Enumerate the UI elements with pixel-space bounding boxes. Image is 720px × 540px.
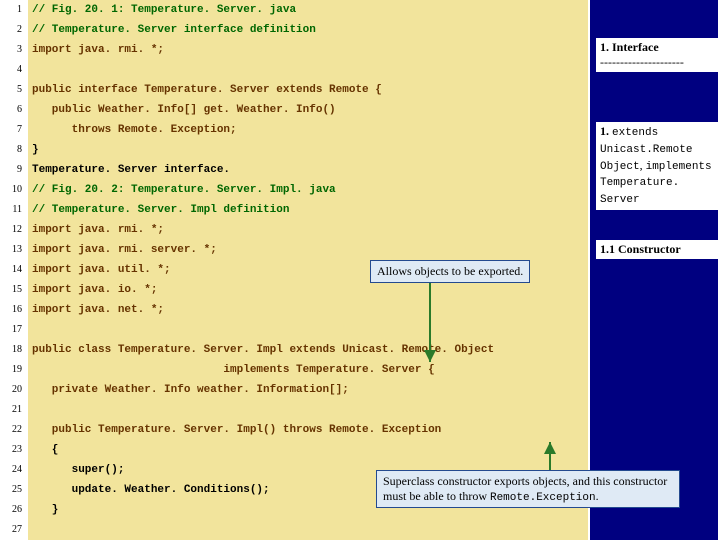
line-number: 1 — [0, 0, 28, 20]
code-line: 21 — [0, 400, 588, 420]
line-number: 2 — [0, 20, 28, 40]
code-text: import java. rmi. *; — [28, 40, 164, 60]
code-line: 3import java. rmi. *; — [0, 40, 588, 60]
code-text: private Weather. Info weather. Informati… — [28, 380, 349, 400]
code-text: // Temperature. Server. Impl definition — [28, 200, 289, 220]
code-text: update. Weather. Conditions(); — [28, 480, 270, 500]
callout-export: Allows objects to be exported. — [370, 260, 530, 283]
side-note-title: 1. Interface — [600, 40, 659, 54]
code-line: 8} — [0, 140, 588, 160]
code-text: import java. net. *; — [28, 300, 164, 320]
line-number: 6 — [0, 100, 28, 120]
line-number: 4 — [0, 60, 28, 80]
side-column — [590, 0, 718, 540]
code-line: 7 throws Remote. Exception; — [0, 120, 588, 140]
code-line: 1// Fig. 20. 1: Temperature. Server. jav… — [0, 0, 588, 20]
line-number: 5 — [0, 80, 28, 100]
code-text: implements Temperature. Server { — [28, 360, 435, 380]
line-number: 15 — [0, 280, 28, 300]
code-text: // Temperature. Server interface definit… — [28, 20, 316, 40]
line-number: 20 — [0, 380, 28, 400]
code-text: throws Remote. Exception; — [28, 120, 237, 140]
code-text: { — [28, 440, 58, 460]
code-line: 13import java. rmi. server. *; — [0, 240, 588, 260]
code-text: Temperature. Server interface. — [28, 160, 230, 180]
code-line: 15import java. io. *; — [0, 280, 588, 300]
line-number: 7 — [0, 120, 28, 140]
code-line: 22 public Temperature. Server. Impl() th… — [0, 420, 588, 440]
side-note-extends: 1. extends Unicast.Remote Object, implem… — [596, 122, 719, 210]
code-text: import java. io. *; — [28, 280, 157, 300]
code-line: 18public class Temperature. Server. Impl… — [0, 340, 588, 360]
code-line: 20 private Weather. Info weather. Inform… — [0, 380, 588, 400]
line-number: 11 — [0, 200, 28, 220]
code-text: super(); — [28, 460, 124, 480]
code-line: 4 — [0, 60, 588, 80]
code-line: 17 — [0, 320, 588, 340]
line-number: 22 — [0, 420, 28, 440]
code-line: 19 implements Temperature. Server { — [0, 360, 588, 380]
line-number: 16 — [0, 300, 28, 320]
line-number: 14 — [0, 260, 28, 280]
code-text: import java. util. *; — [28, 260, 171, 280]
line-number: 9 — [0, 160, 28, 180]
code-line: 5public interface Temperature. Server ex… — [0, 80, 588, 100]
line-number: 21 — [0, 400, 28, 420]
code-text: public Weather. Info[] get. Weather. Inf… — [28, 100, 336, 120]
code-text: // Fig. 20. 2: Temperature. Server. Impl… — [28, 180, 336, 200]
line-number: 27 — [0, 520, 28, 540]
code-line: 9Temperature. Server interface. — [0, 160, 588, 180]
code-text: import java. rmi. server. *; — [28, 240, 217, 260]
code-text: public Temperature. Server. Impl() throw… — [28, 420, 441, 440]
code-text: import java. rmi. *; — [28, 220, 164, 240]
line-number: 8 — [0, 140, 28, 160]
code-line: 2// Temperature. Server interface defini… — [0, 20, 588, 40]
code-line: 12import java. rmi. *; — [0, 220, 588, 240]
code-line: 27 — [0, 520, 588, 540]
code-text: } — [28, 500, 58, 520]
line-number: 24 — [0, 460, 28, 480]
code-line: 10// Fig. 20. 2: Temperature. Server. Im… — [0, 180, 588, 200]
side-note-divider: --------------------- — [600, 55, 684, 69]
code-line: 16import java. net. *; — [0, 300, 588, 320]
code-line: 11// Temperature. Server. Impl definitio… — [0, 200, 588, 220]
line-number: 10 — [0, 180, 28, 200]
callout-superclass: Superclass constructor exports objects, … — [376, 470, 680, 508]
code-text: // Fig. 20. 1: Temperature. Server. java — [28, 0, 296, 20]
side-note-constructor: 1.1 Constructor — [596, 240, 719, 259]
line-number: 18 — [0, 340, 28, 360]
code-text: public class Temperature. Server. Impl e… — [28, 340, 494, 360]
line-number: 13 — [0, 240, 28, 260]
code-text: public interface Temperature. Server ext… — [28, 80, 382, 100]
line-number: 26 — [0, 500, 28, 520]
line-number: 3 — [0, 40, 28, 60]
line-number: 12 — [0, 220, 28, 240]
line-number: 23 — [0, 440, 28, 460]
code-line: 23 { — [0, 440, 588, 460]
line-number: 17 — [0, 320, 28, 340]
side-note-interface: 1. Interface --------------------- — [596, 38, 719, 72]
code-text: } — [28, 140, 39, 160]
line-number: 25 — [0, 480, 28, 500]
code-line: 6 public Weather. Info[] get. Weather. I… — [0, 100, 588, 120]
line-number: 19 — [0, 360, 28, 380]
